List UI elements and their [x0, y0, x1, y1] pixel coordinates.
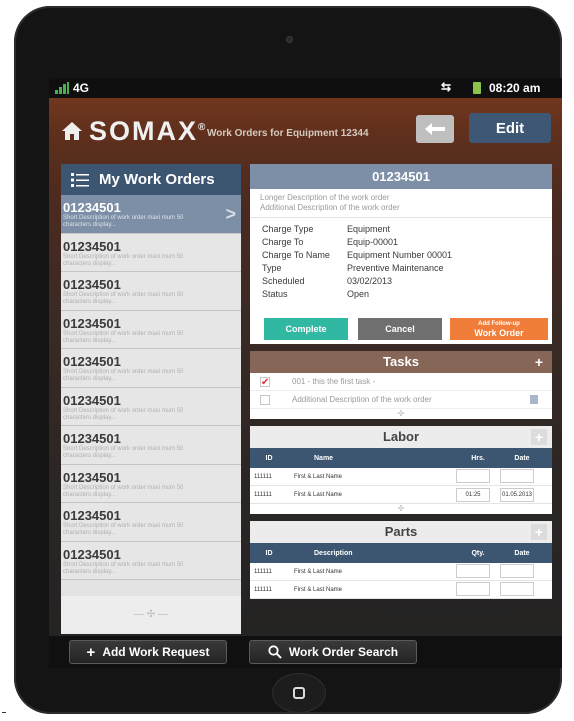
detail-field-row: Status Open: [262, 288, 370, 299]
work-order-detail-pane: 01234501 Longer Description of the work …: [250, 164, 552, 634]
status-bar: 4G ⇆ 08:20 am: [49, 78, 562, 98]
tasks-header: Tasks +: [250, 351, 552, 373]
stray-dash: [2, 712, 6, 713]
task-item[interactable]: Additional Description of the work order: [250, 391, 552, 409]
parts-row[interactable]: 111111 First & Last Name: [250, 563, 552, 581]
chevron-right-icon: >: [225, 204, 236, 224]
usb-icon: ⇆: [441, 80, 452, 94]
hours-field[interactable]: 01:25: [456, 487, 490, 502]
network-label: 4G: [73, 81, 90, 95]
list-icon: [71, 172, 89, 187]
labor-section: Labor + ID Name Hrs. Date 111111 First &…: [250, 426, 552, 514]
detail-field-row: Charge To Equip-00001: [262, 236, 399, 247]
labor-row[interactable]: 111111 First & Last Name: [250, 468, 552, 486]
date-field[interactable]: [500, 468, 534, 483]
trash-icon[interactable]: [530, 395, 538, 404]
task-checkbox[interactable]: [260, 394, 270, 405]
work-order-item[interactable]: 01234501 Short Description of work order …: [61, 233, 241, 272]
detail-field-row: Scheduled 03/02/2013: [262, 275, 393, 286]
camera-dot: [286, 36, 293, 43]
add-followup-button[interactable]: Add Follow-up Work Order: [450, 318, 548, 340]
work-order-item[interactable]: 01234501 Short Description of work order …: [61, 426, 241, 465]
tablet-frame: 4G ⇆ 08:20 am SOMAX® Work Orders for Equ…: [14, 6, 562, 714]
work-order-item[interactable]: 01234501 Short Description of work order …: [61, 541, 241, 580]
clock: 08:20 am: [489, 81, 541, 95]
task-checkbox[interactable]: ✔: [260, 376, 270, 387]
sidebar-load-more[interactable]: — ✣ —: [61, 596, 241, 634]
work-order-item[interactable]: 01234501 Short Description of work order …: [61, 464, 241, 503]
parts-section: Parts + ID Description Qty. Date 111111 …: [250, 521, 552, 599]
home-button[interactable]: [272, 673, 326, 713]
back-button[interactable]: [416, 115, 454, 143]
app-screen: 4G ⇆ 08:20 am SOMAX® Work Orders for Equ…: [49, 78, 562, 668]
labor-row[interactable]: 111111 First & Last Name 01:25 01.05.201…: [250, 486, 552, 504]
page-subtitle: Work Orders for Equipment 12344: [207, 128, 369, 139]
add-part-icon[interactable]: +: [531, 524, 547, 540]
sidebar-title: My Work Orders: [99, 171, 215, 188]
complete-button[interactable]: Complete: [264, 318, 348, 340]
work-order-item[interactable]: 01234501 Short Description of work order …: [61, 503, 241, 542]
app-header: SOMAX® Work Orders for Equipment 12344 E…: [49, 98, 562, 164]
tasks-expand-icon[interactable]: ✣: [250, 409, 552, 419]
somax-logo: SOMAX®: [89, 116, 208, 146]
detail-field-row: Charge Type Equipment: [262, 223, 391, 234]
battery-icon: [473, 82, 481, 94]
labor-expand-icon[interactable]: ✣: [250, 504, 552, 514]
work-order-item[interactable]: 01234501 Short Description of work order …: [61, 195, 241, 234]
work-order-item[interactable]: 01234501 Short Description of work order …: [61, 349, 241, 388]
back-arrow-icon: [425, 123, 445, 135]
add-work-request-button[interactable]: + Add Work Request: [69, 640, 227, 664]
plus-icon: +: [86, 643, 96, 661]
qty-field[interactable]: [456, 581, 490, 596]
search-icon: [268, 645, 282, 659]
work-order-search-button[interactable]: Work Order Search: [249, 640, 417, 664]
date-field[interactable]: 01.05.2013: [500, 487, 534, 502]
parts-row[interactable]: 111111 First & Last Name: [250, 581, 552, 599]
task-item[interactable]: ✔ 001 - this the first task -: [250, 373, 552, 391]
bottom-toolbar: + Add Work Request Work Order Search: [49, 636, 562, 668]
detail-field-row: Type Preventive Maintenance: [262, 262, 444, 273]
detail-field-row: Charge To Name Equipment Number 00001: [262, 249, 453, 260]
work-order-item[interactable]: 01234501 Short Description of work order …: [61, 387, 241, 426]
signal-icon: [55, 82, 69, 94]
detail-card: 01234501 Longer Description of the work …: [250, 164, 552, 344]
edit-button[interactable]: Edit: [469, 113, 551, 143]
cancel-button[interactable]: Cancel: [358, 318, 442, 340]
parts-table-header: ID Description Qty. Date: [250, 543, 552, 563]
detail-actions: Complete Cancel Add Follow-up Work Order: [250, 316, 552, 344]
parts-header: Parts +: [250, 521, 552, 543]
hours-field[interactable]: [456, 468, 490, 483]
tasks-section: Tasks + ✔ 001 - this the first task - Ad…: [250, 351, 552, 419]
work-order-item[interactable]: 01234501 Short Description of work order …: [61, 310, 241, 349]
add-labor-icon[interactable]: +: [531, 429, 547, 445]
long-description: Longer Description of the work order Add…: [250, 189, 552, 218]
sidebar-header: My Work Orders: [61, 164, 241, 195]
home-square-icon: [293, 687, 305, 699]
labor-table-header: ID Name Hrs. Date: [250, 448, 552, 468]
work-order-sidebar: My Work Orders 01234501 Short Description…: [61, 164, 241, 634]
expand-down-icon: — ✣ —: [134, 609, 168, 620]
labor-header: Labor +: [250, 426, 552, 448]
detail-number: 01234501: [250, 164, 552, 189]
home-icon[interactable]: [61, 120, 83, 142]
date-field[interactable]: [500, 581, 534, 596]
work-order-item[interactable]: 01234501 Short Description of work order …: [61, 272, 241, 311]
add-task-icon[interactable]: +: [531, 354, 547, 370]
date-field[interactable]: [500, 563, 534, 578]
qty-field[interactable]: [456, 563, 490, 578]
